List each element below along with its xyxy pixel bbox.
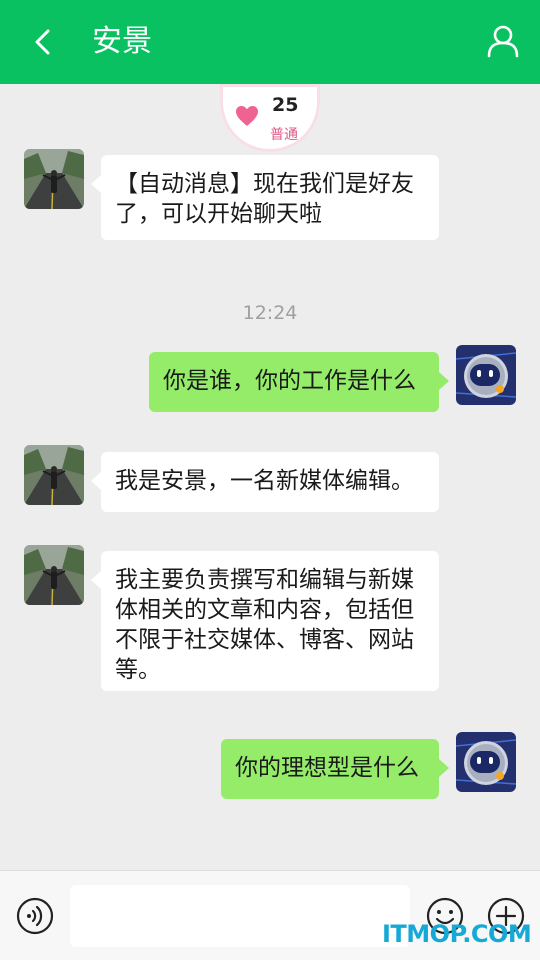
voice-icon[interactable] <box>16 897 54 935</box>
robot-avatar <box>456 345 516 405</box>
road-photo-avatar <box>24 445 84 505</box>
top-bar: 安景 <box>0 0 540 84</box>
intimacy-level: 普通 <box>270 127 298 143</box>
user-avatar[interactable] <box>456 732 516 792</box>
robot-avatar <box>456 732 516 792</box>
user-avatar[interactable] <box>456 345 516 405</box>
intimacy-badge[interactable]: 25 普通 <box>220 84 320 152</box>
user-icon[interactable] <box>486 24 520 58</box>
contact-avatar[interactable] <box>24 545 84 605</box>
intimacy-score: 25 <box>272 94 299 116</box>
road-photo-avatar <box>24 149 84 209</box>
contact-avatar[interactable] <box>24 445 84 505</box>
chevron-left-icon[interactable] <box>28 26 60 58</box>
sent-message[interactable]: 你的理想型是什么 <box>221 739 449 799</box>
message-input[interactable] <box>70 885 410 947</box>
received-message[interactable]: 【自动消息】现在我们是好友了，可以开始聊天啦 <box>91 155 439 240</box>
heart-icon <box>236 106 258 126</box>
message-timestamp: 12:24 <box>242 302 298 324</box>
sent-message[interactable]: 你是谁，你的工作是什么 <box>149 352 449 412</box>
watermark: ITMOP.COM <box>382 920 532 948</box>
road-photo-avatar <box>24 545 84 605</box>
chat-title: 安景 <box>92 24 152 59</box>
received-message[interactable]: 我主要负责撰写和编辑与新媒体相关的文章和内容，包括但不限于社交媒体、博客、网站等… <box>91 551 439 691</box>
contact-avatar[interactable] <box>24 149 84 209</box>
received-message[interactable]: 我是安景，一名新媒体编辑。 <box>91 452 439 512</box>
